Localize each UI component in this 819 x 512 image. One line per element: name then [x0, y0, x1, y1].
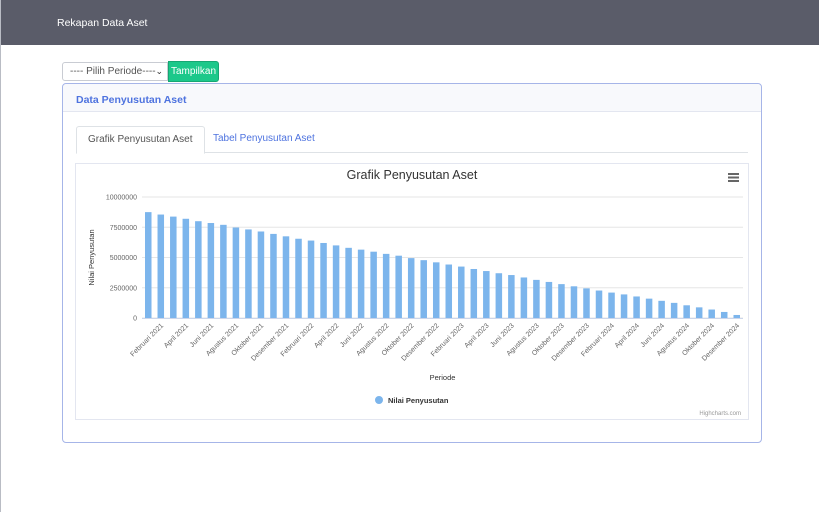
bar [145, 212, 152, 318]
bar [270, 233, 277, 318]
y-tick-label: 2500000 [110, 285, 137, 292]
bar [620, 294, 628, 318]
period-select-value: ---- Pilih Periode---- [70, 66, 156, 77]
period-select[interactable]: ---- Pilih Periode---- ⌄ [62, 62, 168, 81]
bar [545, 281, 553, 318]
bar [207, 223, 215, 318]
show-button[interactable]: Tampilkan [168, 61, 219, 82]
bar [570, 286, 578, 318]
bar [170, 216, 177, 318]
depreciation-card: Data Penyusutan Aset Grafik Penyusutan A… [62, 83, 762, 443]
bar [658, 300, 665, 318]
bar [533, 279, 540, 318]
bar [508, 275, 515, 318]
bar [670, 302, 678, 318]
bar [608, 292, 615, 318]
x-tick-label: April 2024 [614, 322, 641, 349]
bar [220, 224, 227, 318]
bar [445, 264, 453, 318]
bar [595, 290, 603, 318]
top-navbar: Rekapan Data Aset [1, 0, 819, 45]
bar [708, 309, 715, 318]
y-tick-label: 5000000 [110, 255, 137, 262]
bar [432, 262, 440, 318]
highcharts-credit: Highcharts.com [699, 411, 741, 417]
y-axis-label: Nilai Penyusutan [87, 229, 96, 285]
chart-container: Grafik Penyusutan Aset 0 2500000 5000000 750… [75, 163, 749, 420]
bar [558, 284, 565, 318]
bar [470, 268, 478, 318]
bar [583, 288, 590, 318]
chevron-down-icon: ⌄ [155, 66, 163, 76]
bar [733, 314, 740, 318]
x-tick-label: Juni 2024 [640, 322, 666, 348]
bar [182, 218, 190, 318]
brand-title[interactable]: Rekapan Data Aset [57, 17, 147, 29]
bar [232, 227, 240, 318]
tab-table[interactable]: Tabel Penyusutan Aset [202, 126, 326, 153]
app-frame: Rekapan Data Aset ---- Pilih Periode----… [0, 0, 819, 512]
x-tick-label: April 2021 [163, 322, 190, 349]
y-tick-label: 10000000 [106, 195, 137, 202]
y-tick-label: 7500000 [110, 225, 137, 232]
tab-chart[interactable]: Grafik Penyusutan Aset [76, 126, 205, 154]
chart-title: Grafik Penyusutan Aset [347, 168, 478, 182]
bar [645, 298, 653, 318]
x-tick-label: Juni 2022 [339, 322, 365, 348]
bar [345, 247, 352, 318]
bar [520, 277, 528, 318]
bar [458, 266, 465, 318]
x-tick-label: Februari 2021 [129, 322, 165, 358]
bar [307, 240, 315, 318]
bar [257, 231, 265, 318]
bar [683, 305, 690, 318]
bar [407, 258, 415, 318]
bar [195, 221, 202, 318]
x-tick-label: Juni 2021 [189, 322, 215, 348]
x-tick-label: April 2023 [463, 322, 490, 349]
x-tick-label: April 2022 [313, 322, 340, 349]
bar [245, 229, 252, 318]
bar [420, 260, 427, 318]
bar [295, 238, 302, 318]
legend-label: Nilai Penyusutan [388, 396, 449, 405]
tab-bar: Grafik Penyusutan Aset Tabel Penyusutan … [76, 126, 748, 154]
bar [357, 249, 365, 318]
bar [395, 255, 402, 318]
bar [320, 242, 327, 318]
card-title: Data Penyusutan Aset [76, 94, 187, 106]
legend-marker [375, 396, 383, 404]
bar [720, 311, 728, 318]
x-tick-label: Juni 2023 [489, 322, 515, 348]
bar [382, 253, 390, 318]
bar [633, 296, 640, 318]
bar [483, 271, 490, 318]
card-header: Data Penyusutan Aset [63, 84, 761, 112]
bar [370, 251, 377, 318]
bar [695, 307, 703, 318]
bar [157, 214, 165, 318]
x-axis-label: Periode [430, 373, 456, 382]
bar [495, 273, 503, 318]
bar [282, 236, 290, 318]
bar [332, 245, 340, 318]
depreciation-chart: Grafik Penyusutan Aset 0 2500000 5000000 750… [87, 168, 743, 417]
y-tick-label: 0 [133, 316, 137, 323]
hamburger-menu-icon[interactable] [728, 173, 739, 182]
